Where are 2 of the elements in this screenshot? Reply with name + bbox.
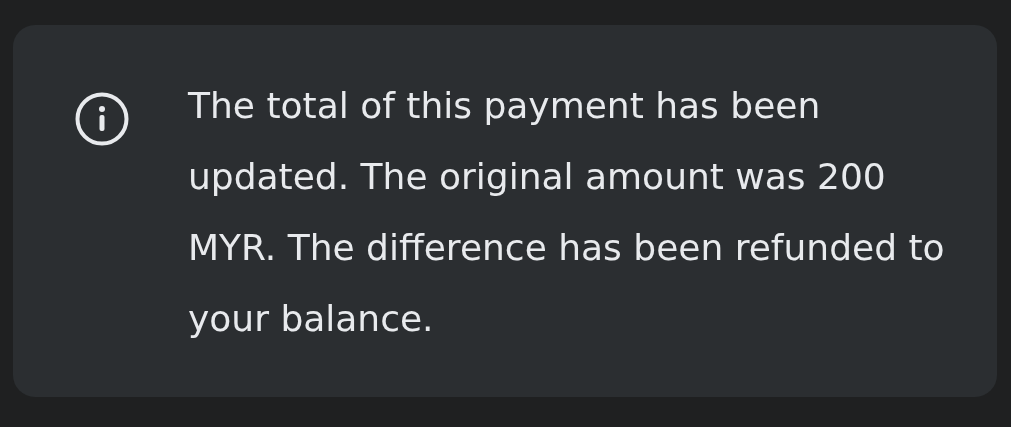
info-icon <box>75 92 129 146</box>
notice-message: The total of this payment has been updated. The original amount was 200 MYR. The difference has been refunded to your balance. <box>188 84 946 341</box>
